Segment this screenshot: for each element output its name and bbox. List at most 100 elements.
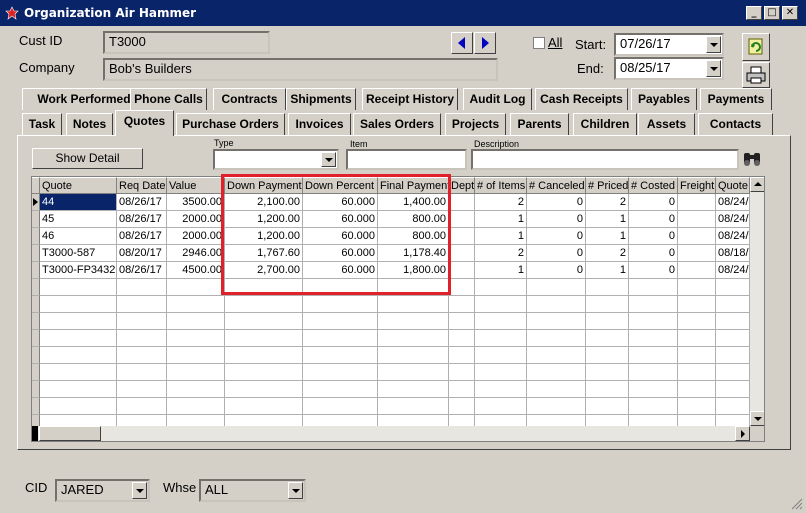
cid-combo[interactable]: JARED (55, 479, 150, 502)
empty-cell[interactable] (117, 330, 167, 347)
column-header[interactable]: Quote (40, 177, 117, 194)
empty-cell[interactable] (449, 364, 475, 381)
table-cell[interactable]: 2 (586, 245, 629, 262)
empty-cell[interactable] (303, 347, 378, 364)
column-header[interactable]: # Costed (629, 177, 678, 194)
all-checkbox[interactable] (533, 37, 545, 49)
empty-cell[interactable] (225, 398, 303, 415)
empty-cell[interactable] (449, 313, 475, 330)
whse-dropdown[interactable] (288, 482, 303, 499)
empty-cell[interactable] (629, 347, 678, 364)
table-cell[interactable]: 1 (586, 262, 629, 279)
row-indicator[interactable] (32, 330, 40, 347)
empty-cell[interactable] (303, 279, 378, 296)
empty-cell[interactable] (117, 296, 167, 313)
empty-cell[interactable] (716, 296, 750, 313)
empty-cell[interactable] (378, 296, 449, 313)
row-indicator[interactable] (32, 347, 40, 364)
empty-cell[interactable] (629, 296, 678, 313)
horizontal-scroll-thumb[interactable] (39, 426, 101, 441)
start-date-combo[interactable]: 07/26/17 (614, 33, 724, 56)
row-indicator[interactable] (32, 245, 40, 262)
empty-cell[interactable] (167, 381, 225, 398)
empty-cell[interactable] (117, 398, 167, 415)
empty-cell[interactable] (378, 313, 449, 330)
table-cell[interactable]: 2 (475, 194, 527, 211)
table-cell[interactable] (449, 194, 475, 211)
table-cell[interactable]: 800.00 (378, 211, 449, 228)
empty-cell[interactable] (225, 364, 303, 381)
table-cell[interactable] (449, 211, 475, 228)
tab-notes[interactable]: Notes (66, 113, 113, 135)
search-button[interactable] (740, 149, 764, 170)
row-indicator[interactable] (32, 364, 40, 381)
empty-cell[interactable] (225, 313, 303, 330)
empty-cell[interactable] (475, 398, 527, 415)
table-cell[interactable]: 08/26/17 (117, 228, 167, 245)
table-cell[interactable]: 0 (629, 245, 678, 262)
table-cell[interactable]: 60.000 (303, 262, 378, 279)
empty-cell[interactable] (378, 364, 449, 381)
table-cell[interactable] (449, 262, 475, 279)
empty-cell[interactable] (716, 398, 750, 415)
empty-cell[interactable] (527, 398, 586, 415)
tab-phone-calls[interactable]: Phone Calls (130, 88, 207, 110)
empty-cell[interactable] (117, 313, 167, 330)
table-cell[interactable]: 0 (527, 211, 586, 228)
table-cell[interactable] (678, 262, 716, 279)
empty-cell[interactable] (629, 381, 678, 398)
empty-cell[interactable] (716, 313, 750, 330)
table-cell[interactable]: 46 (40, 228, 117, 245)
end-date-dropdown[interactable] (706, 60, 721, 77)
empty-cell[interactable] (167, 296, 225, 313)
empty-cell[interactable] (629, 313, 678, 330)
tab-assets[interactable]: Assets (638, 113, 695, 135)
empty-cell[interactable] (40, 398, 117, 415)
table-cell[interactable]: 1 (586, 211, 629, 228)
table-cell[interactable]: 2,700.00 (225, 262, 303, 279)
row-indicator[interactable] (32, 279, 40, 296)
empty-cell[interactable] (117, 347, 167, 364)
table-cell[interactable]: 0 (527, 228, 586, 245)
empty-cell[interactable] (40, 296, 117, 313)
empty-cell[interactable] (586, 381, 629, 398)
empty-cell[interactable] (475, 364, 527, 381)
empty-cell[interactable] (678, 313, 716, 330)
empty-cell[interactable] (225, 381, 303, 398)
empty-cell[interactable] (716, 330, 750, 347)
column-header[interactable]: Freight (678, 177, 716, 194)
table-cell[interactable]: 2,100.00 (225, 194, 303, 211)
empty-cell[interactable] (303, 364, 378, 381)
next-record-button[interactable] (474, 32, 496, 54)
table-cell[interactable]: 3500.00 (167, 194, 225, 211)
table-cell[interactable] (678, 211, 716, 228)
table-cell[interactable]: 2 (586, 194, 629, 211)
column-header[interactable]: Value (167, 177, 225, 194)
table-cell[interactable]: T3000-FP3432 (40, 262, 117, 279)
row-indicator[interactable] (32, 398, 40, 415)
tab-payables[interactable]: Payables (631, 88, 697, 110)
row-indicator[interactable] (32, 313, 40, 330)
empty-cell[interactable] (678, 347, 716, 364)
empty-cell[interactable] (716, 364, 750, 381)
empty-cell[interactable] (225, 347, 303, 364)
item-input[interactable] (346, 149, 467, 170)
empty-cell[interactable] (716, 347, 750, 364)
tab-work-performed[interactable]: Work Performed (22, 88, 146, 110)
tab-purchase-orders[interactable]: Purchase Orders (176, 113, 285, 135)
row-indicator[interactable] (32, 262, 40, 279)
print-button[interactable] (742, 62, 770, 88)
empty-cell[interactable] (586, 364, 629, 381)
table-cell[interactable]: 60.000 (303, 245, 378, 262)
tab-payments[interactable]: Payments (700, 88, 772, 110)
empty-cell[interactable] (475, 296, 527, 313)
table-cell[interactable]: 0 (527, 262, 586, 279)
table-cell[interactable]: 1,400.00 (378, 194, 449, 211)
empty-cell[interactable] (40, 381, 117, 398)
empty-cell[interactable] (117, 279, 167, 296)
table-cell[interactable] (678, 228, 716, 245)
tab-parents[interactable]: Parents (510, 113, 569, 135)
empty-cell[interactable] (303, 381, 378, 398)
empty-cell[interactable] (378, 330, 449, 347)
table-cell[interactable]: 44 (40, 194, 117, 211)
